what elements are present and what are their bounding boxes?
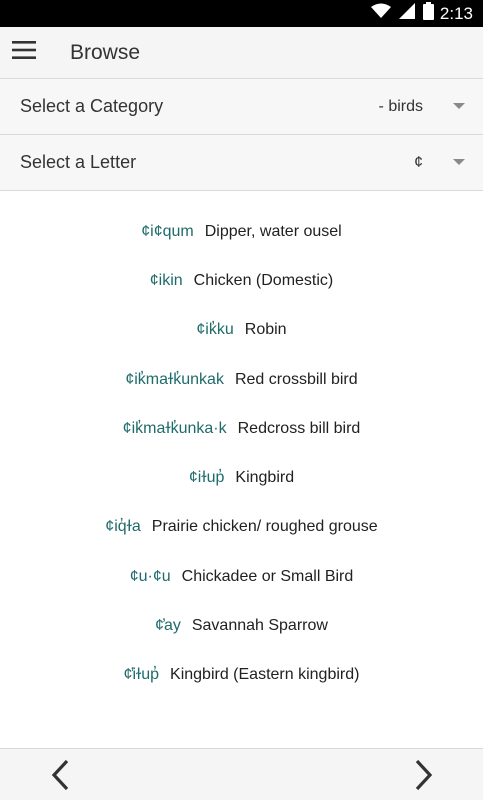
app-bar: Browse bbox=[0, 27, 483, 79]
word-term: ¢ik̓maɫk̓unka·k bbox=[122, 419, 227, 437]
letter-select[interactable]: Select a Letter ¢ bbox=[0, 135, 483, 191]
word-definition: Robin bbox=[244, 321, 287, 339]
word-definition: Prairie chicken/ roughed grouse bbox=[151, 518, 378, 536]
word-term: ¢u·¢u bbox=[129, 567, 171, 585]
word-entry[interactable]: ¢ikin Chicken (Domestic) bbox=[0, 256, 483, 305]
word-entry[interactable]: ¢ik̓maɫk̓unkak Red crossbill bird bbox=[0, 355, 483, 404]
category-select-value: - birds bbox=[378, 97, 423, 115]
word-term: ¢ikin bbox=[149, 271, 183, 289]
category-select-label: Select a Category bbox=[20, 96, 164, 116]
word-term: ¢̓iɫup̓ bbox=[123, 666, 160, 684]
word-term: ¢ik̓maɫk̓unkak bbox=[125, 370, 224, 388]
word-entry[interactable]: ¢iq̓ɫa Prairie chicken/ roughed grouse bbox=[0, 503, 483, 552]
wifi-icon bbox=[370, 3, 391, 24]
hamburger-menu-icon bbox=[12, 41, 36, 64]
word-definition: Kingbird bbox=[235, 469, 295, 487]
page-title: Browse bbox=[70, 40, 141, 64]
word-entry[interactable]: ¢̓iɫup̓ Kingbird (Eastern kingbird) bbox=[0, 651, 483, 700]
word-entry[interactable]: ¢ik̓maɫk̓unka·k Redcross bill bird bbox=[0, 404, 483, 453]
word-definition: Chickadee or Small Bird bbox=[181, 567, 354, 585]
battery-icon bbox=[422, 2, 434, 25]
word-entry[interactable]: ¢̓ay Savannah Sparrow bbox=[0, 601, 483, 650]
dropdown-arrow-icon bbox=[453, 159, 465, 165]
signal-icon bbox=[398, 3, 415, 24]
word-term: ¢ik̓ku bbox=[196, 321, 234, 339]
chevron-right-icon bbox=[414, 759, 434, 796]
word-entry[interactable]: ¢iɫup̓ Kingbird bbox=[0, 453, 483, 502]
word-definition: Kingbird (Eastern kingbird) bbox=[170, 666, 360, 684]
word-definition: Redcross bill bird bbox=[237, 419, 361, 437]
word-definition: Chicken (Domestic) bbox=[193, 271, 334, 289]
previous-button[interactable] bbox=[42, 759, 78, 795]
status-time: 2:13 bbox=[439, 3, 473, 23]
word-definition: Dipper, water ousel bbox=[204, 222, 342, 240]
word-definition: Red crossbill bird bbox=[234, 370, 358, 388]
word-entry[interactable]: ¢u·¢u Chickadee or Small Bird bbox=[0, 552, 483, 601]
word-term: ¢̓ay bbox=[155, 617, 181, 635]
bottom-nav-bar bbox=[0, 748, 483, 800]
word-entry[interactable]: ¢ik̓ku Robin bbox=[0, 306, 483, 355]
word-entry[interactable]: ¢i¢qum Dipper, water ousel bbox=[0, 207, 483, 256]
status-bar: 2:13 bbox=[0, 0, 483, 27]
menu-button[interactable] bbox=[0, 27, 50, 79]
category-select[interactable]: Select a Category - birds bbox=[0, 79, 483, 135]
word-term: ¢i¢qum bbox=[141, 222, 194, 240]
word-term: ¢iɫup̓ bbox=[188, 469, 225, 487]
status-icons bbox=[370, 2, 434, 25]
word-term: ¢iq̓ɫa bbox=[105, 518, 141, 536]
word-list: ¢i¢qum Dipper, water ousel ¢ikin Chicken… bbox=[0, 192, 483, 748]
letter-select-value: ¢ bbox=[414, 153, 423, 171]
letter-select-label: Select a Letter bbox=[20, 152, 137, 172]
dropdown-arrow-icon bbox=[453, 103, 465, 109]
word-definition: Savannah Sparrow bbox=[191, 617, 328, 635]
next-button[interactable] bbox=[406, 759, 442, 795]
chevron-left-icon bbox=[50, 759, 70, 796]
